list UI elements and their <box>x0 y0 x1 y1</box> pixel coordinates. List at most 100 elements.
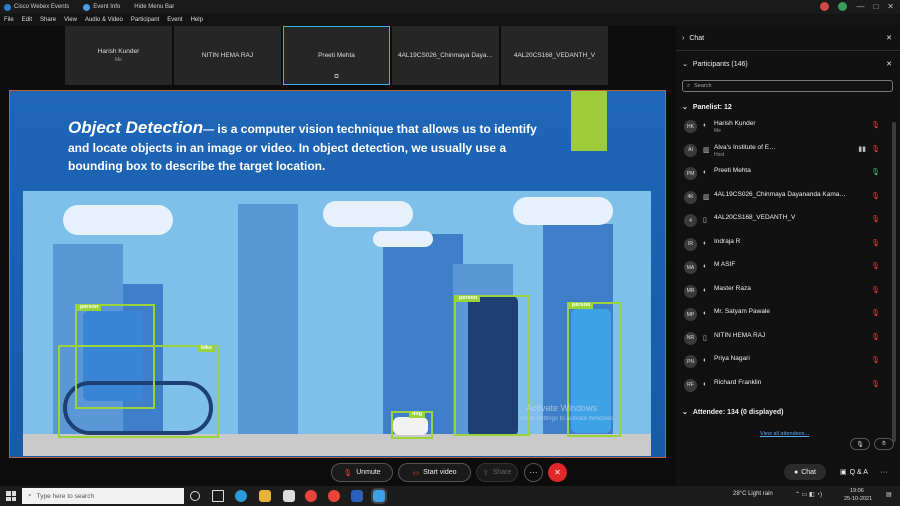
tile-name: 4AL20CS168_VEDANTH_V <box>513 52 596 59</box>
cortana-icon[interactable] <box>190 491 200 501</box>
event-info-button[interactable]: Event Info <box>83 3 121 11</box>
participant-row[interactable]: MR ◐ Master Raza 🎙︎ <box>676 280 890 303</box>
participant-name: NITIN HEMA RAJ <box>714 331 766 339</box>
participant-name: Indraja R <box>714 237 741 245</box>
participant-row[interactable]: PN ◐ Priya Nagari 🎙︎ <box>676 350 890 373</box>
windows-start-icon[interactable] <box>6 491 16 501</box>
word-icon[interactable] <box>351 490 363 502</box>
video-tile[interactable]: Harish Kunder Me <box>65 26 172 85</box>
muted-mic-icon[interactable]: 🎙︎ <box>871 215 880 223</box>
screen-share-icon: ⧉ <box>334 74 339 80</box>
more-options-button[interactable]: ··· <box>524 463 543 482</box>
menu-help[interactable]: Help <box>191 17 203 23</box>
participant-name: Alva's Institute of E… <box>714 143 776 151</box>
muted-mic-icon[interactable]: 🎙︎ <box>871 262 880 270</box>
raise-hand-button[interactable]: ✋︎ <box>874 438 894 450</box>
menu-edit[interactable]: Edit <box>22 17 32 23</box>
event-info-label: Event Info <box>93 4 121 10</box>
task-view-icon[interactable] <box>212 490 224 502</box>
menu-participant[interactable]: Participant <box>131 17 159 23</box>
qa-button[interactable]: ▣ Q & A <box>834 464 874 480</box>
cloud <box>63 205 173 235</box>
participant-avatar: PM <box>684 167 697 180</box>
chrome-icon[interactable] <box>328 490 340 502</box>
menu-view[interactable]: View <box>64 17 77 23</box>
video-tile[interactable]: 4AL20CS168_VEDANTH_V <box>501 26 608 85</box>
menu-event[interactable]: Event <box>167 17 182 23</box>
store-icon[interactable] <box>283 490 295 502</box>
participant-row[interactable]: IR ◐ Indraja R 🎙︎ <box>676 233 890 256</box>
muted-mic-icon[interactable]: 🎙︎ <box>871 121 880 129</box>
muted-mic-icon[interactable]: 🎙︎ <box>871 380 880 388</box>
edge-icon[interactable] <box>235 490 247 502</box>
bbox-label: dog <box>409 411 426 418</box>
clock-time[interactable]: 19:06 <box>850 488 864 494</box>
weather-widget[interactable]: 28°C Light rain <box>733 491 773 497</box>
muted-mic-icon[interactable]: 🎙︎ <box>871 286 880 294</box>
share-button[interactable]: ⇪ Share <box>476 463 518 482</box>
clock-date[interactable]: 25-10-2021 <box>844 496 872 502</box>
participant-row[interactable]: HK ◐ Harish Kunder Me 🎙︎ <box>676 115 890 138</box>
start-video-button[interactable]: ▭ Start video <box>398 463 471 482</box>
chrome-icon[interactable] <box>305 490 317 502</box>
unmute-button[interactable]: 🎙︎ Unmute <box>331 463 393 482</box>
leave-meeting-button[interactable]: ✕ <box>548 463 567 482</box>
muted-mic-icon[interactable]: 🎙︎ <box>871 356 880 364</box>
participant-name: Preeti Mehta <box>714 167 751 174</box>
bbox-label: person <box>456 295 481 302</box>
tile-name: NITIN HEMA RAJ <box>201 52 254 59</box>
slide-text: Object Detection— is a computer vision t… <box>68 119 568 175</box>
mic-on-icon[interactable]: 🎙︎ <box>871 168 880 176</box>
close-icon[interactable]: ✕ <box>886 34 892 42</box>
start-video-label: Start video <box>423 469 457 476</box>
menu-file[interactable]: File <box>4 17 14 23</box>
chat-button[interactable]: ● Chat <box>784 464 826 480</box>
video-tile-active-speaker[interactable]: Preeti Mehta ⧉ <box>283 26 390 85</box>
qa-icon: ▣ <box>840 469 847 476</box>
participant-row[interactable]: NR ▯ NITIN HEMA RAJ 🎙︎ <box>676 327 890 350</box>
windows-taskbar: ⌕ Type here to search 28°C Light rain ⌃ … <box>0 486 900 506</box>
muted-mic-icon[interactable]: 🎙︎ <box>871 192 880 200</box>
device-icon: ▥ <box>703 146 710 154</box>
device-icon: ◐ <box>703 122 708 129</box>
participant-row[interactable]: MA ◐ M ASIF 🎙︎ <box>676 256 890 279</box>
muted-mic-icon[interactable]: 🎙︎ <box>871 239 880 247</box>
participant-row[interactable]: MP ◐ Mr. Satyam Pawale 🎙︎ <box>676 303 890 326</box>
menu-share[interactable]: Share <box>40 17 56 23</box>
participant-name: 4AL20CS168_VEDANTH_V <box>714 214 796 221</box>
participant-row[interactable]: PM ◐ Preeti Mehta 🎙︎ <box>676 162 890 185</box>
muted-mic-icon[interactable]: 🎙︎ <box>871 145 880 153</box>
panelist-group-header[interactable]: ⌄ Panelist: 12 <box>676 100 900 114</box>
activation-watermark-sub: Go to Settings to activate Windows. <box>520 416 615 422</box>
chat-section-header[interactable]: › Chat ✕ <box>676 30 900 46</box>
file-explorer-icon[interactable] <box>259 490 271 502</box>
attendee-group-header[interactable]: ⌄ Attendee: 134 (0 displayed) <box>676 405 900 419</box>
system-tray-icons[interactable]: ⌃ ▭ ◧ ◔) <box>795 491 822 498</box>
hide-menu-bar-button[interactable]: Hide Menu Bar <box>134 4 174 10</box>
minimize-button[interactable]: — <box>856 2 864 11</box>
video-tile[interactable]: NITIN HEMA RAJ <box>174 26 281 85</box>
participant-row[interactable]: 4K ▥ 4AL19CS026_Chinmaya Dayananda Kama… 🎙︎ <box>676 186 890 209</box>
participant-row[interactable]: 4 ▯ 4AL20CS168_VEDANTH_V 🎙︎ <box>676 209 890 232</box>
taskbar-search-input[interactable]: ⌕ Type here to search <box>22 488 184 504</box>
view-all-attendees-link[interactable]: View all attendees... <box>760 431 809 437</box>
maximize-button[interactable]: □ <box>873 2 878 11</box>
participant-search-input[interactable]: ⌕ Search <box>682 80 893 92</box>
mute-all-button[interactable]: 🎙︎ <box>850 438 870 450</box>
close-icon[interactable]: ✕ <box>886 60 892 68</box>
participant-row[interactable]: RF ◐ Richard Franklin 🎙︎ <box>676 374 890 397</box>
scrollbar[interactable] <box>892 122 896 442</box>
webex-icon[interactable] <box>371 488 387 504</box>
menu-audio-video[interactable]: Audio & Video <box>85 17 123 23</box>
video-tile[interactable]: 4AL19CS026_Chinmaya Daya… <box>392 26 499 85</box>
muted-mic-icon[interactable]: 🎙︎ <box>871 333 880 341</box>
participants-section-header[interactable]: ⌄ Participants (146) ✕ <box>676 56 900 72</box>
more-panels-button[interactable]: ··· <box>874 464 894 480</box>
search-icon: ⌕ <box>28 492 32 499</box>
avatar[interactable] <box>838 2 848 11</box>
chevron-right-icon: › <box>682 34 685 42</box>
notifications-icon[interactable]: ▤ <box>886 491 892 498</box>
muted-mic-icon[interactable]: 🎙︎ <box>871 309 880 317</box>
close-button[interactable]: ✕ <box>887 2 894 11</box>
participant-row[interactable]: AI ▥ Alva's Institute of E… Host ▮▮ 🎙︎ <box>676 139 890 162</box>
